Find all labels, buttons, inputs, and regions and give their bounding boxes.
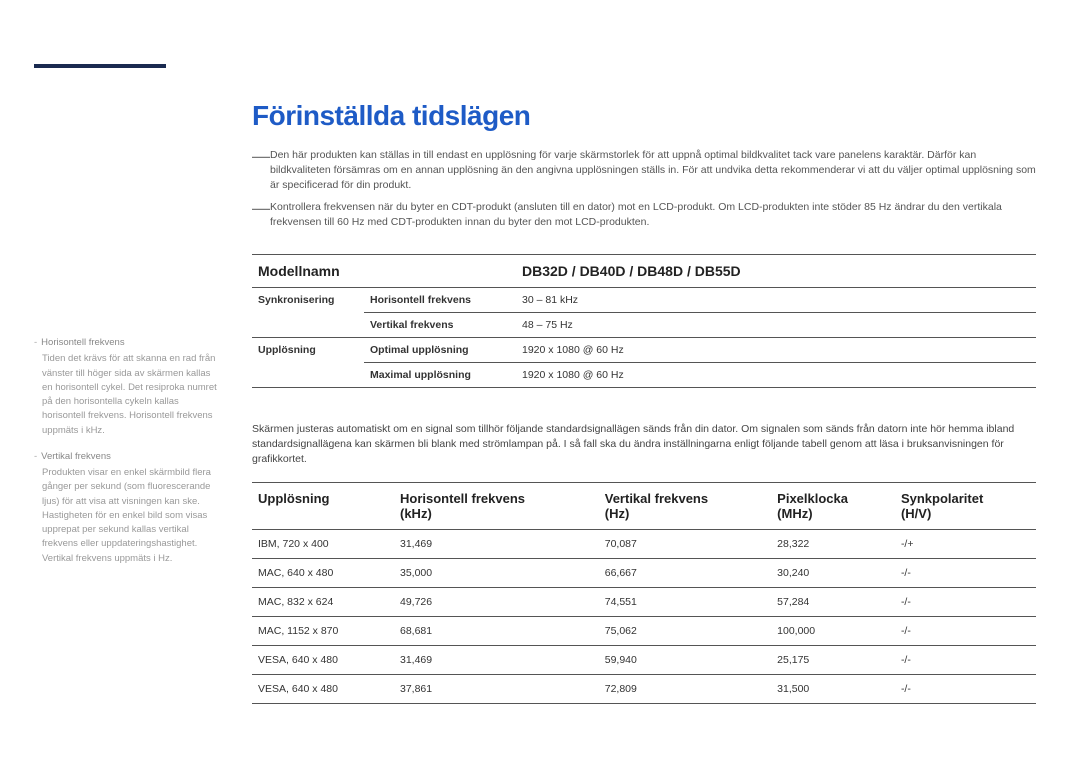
cell-vfreq: 74,551 bbox=[599, 588, 771, 617]
cell-resolution: IBM, 720 x 400 bbox=[252, 530, 394, 559]
note-item: ― Kontrollera frekvensen när du byter en… bbox=[252, 200, 1036, 230]
timing-table: Upplösning Horisontell frekvens(kHz) Ver… bbox=[252, 482, 1036, 704]
model-spec-table: Modellnamn DB32D / DB40D / DB48D / DB55D… bbox=[252, 254, 1036, 388]
sidebar-block: -Horisontell frekvens Tiden det krävs fö… bbox=[34, 336, 222, 438]
cell-resolution: VESA, 640 x 480 bbox=[252, 675, 394, 704]
col-label: Vertikal frekvens bbox=[605, 491, 708, 506]
note-text: Den här produkten kan ställas in till en… bbox=[270, 148, 1036, 194]
table-row: IBM, 720 x 400 31,469 70,087 28,322 -/+ bbox=[252, 530, 1036, 559]
spec-value: 1920 x 1080 @ 60 Hz bbox=[516, 338, 1036, 363]
spec-value: 48 – 75 Hz bbox=[516, 313, 1036, 338]
spec-label: Optimal upplösning bbox=[364, 338, 516, 363]
sidebar-body: Tiden det krävs för att skanna en rad fr… bbox=[34, 352, 222, 438]
cell-vfreq: 66,667 bbox=[599, 559, 771, 588]
col-syncpol: Synkpolaritet(H/V) bbox=[895, 483, 1036, 530]
model-name-value: DB32D / DB40D / DB48D / DB55D bbox=[516, 255, 1036, 288]
sync-group-label: Synkronisering bbox=[252, 288, 364, 313]
cell-hfreq: 37,861 bbox=[394, 675, 599, 704]
empty-cell bbox=[252, 363, 364, 388]
cell-clock: 57,284 bbox=[771, 588, 895, 617]
cell-pol: -/- bbox=[895, 617, 1036, 646]
cell-resolution: MAC, 640 x 480 bbox=[252, 559, 394, 588]
table-row: VESA, 640 x 480 37,861 72,809 31,500 -/- bbox=[252, 675, 1036, 704]
accent-bar bbox=[34, 64, 166, 68]
note-dash-icon: ― bbox=[252, 148, 270, 194]
sidebar-heading: -Horisontell frekvens bbox=[34, 336, 222, 350]
cell-clock: 25,175 bbox=[771, 646, 895, 675]
table-row: MAC, 832 x 624 49,726 74,551 57,284 -/- bbox=[252, 588, 1036, 617]
sidebar-heading: -Vertikal frekvens bbox=[34, 450, 222, 464]
cell-vfreq: 72,809 bbox=[599, 675, 771, 704]
col-hfreq: Horisontell frekvens(kHz) bbox=[394, 483, 599, 530]
resolution-group-label: Upplösning bbox=[252, 338, 364, 363]
col-label: Horisontell frekvens bbox=[400, 491, 525, 506]
spec-label: Horisontell frekvens bbox=[364, 288, 516, 313]
col-unit: (kHz) bbox=[400, 506, 593, 521]
auto-adjust-paragraph: Skärmen justeras automatiskt om en signa… bbox=[252, 422, 1036, 468]
cell-hfreq: 35,000 bbox=[394, 559, 599, 588]
cell-hfreq: 31,469 bbox=[394, 646, 599, 675]
cell-pol: -/- bbox=[895, 646, 1036, 675]
model-name-header: Modellnamn bbox=[252, 255, 516, 288]
note-text: Kontrollera frekvensen när du byter en C… bbox=[270, 200, 1036, 230]
table-row: MAC, 640 x 480 35,000 66,667 30,240 -/- bbox=[252, 559, 1036, 588]
sidebar-body: Produkten visar en enkel skärmbild flera… bbox=[34, 466, 222, 566]
cell-clock: 100,000 bbox=[771, 617, 895, 646]
cell-pol: -/- bbox=[895, 559, 1036, 588]
col-unit: (H/V) bbox=[901, 506, 1030, 521]
cell-hfreq: 49,726 bbox=[394, 588, 599, 617]
cell-clock: 31,500 bbox=[771, 675, 895, 704]
cell-pol: -/- bbox=[895, 588, 1036, 617]
cell-resolution: VESA, 640 x 480 bbox=[252, 646, 394, 675]
col-vfreq: Vertikal frekvens(Hz) bbox=[599, 483, 771, 530]
cell-vfreq: 75,062 bbox=[599, 617, 771, 646]
col-unit: (Hz) bbox=[605, 506, 765, 521]
col-resolution: Upplösning bbox=[252, 483, 394, 530]
cell-clock: 30,240 bbox=[771, 559, 895, 588]
cell-hfreq: 31,469 bbox=[394, 530, 599, 559]
cell-hfreq: 68,681 bbox=[394, 617, 599, 646]
empty-cell bbox=[252, 313, 364, 338]
col-unit: (MHz) bbox=[777, 506, 889, 521]
spec-label: Maximal upplösning bbox=[364, 363, 516, 388]
page-title: Förinställda tidslägen bbox=[252, 100, 530, 132]
cell-clock: 28,322 bbox=[771, 530, 895, 559]
cell-resolution: MAC, 1152 x 870 bbox=[252, 617, 394, 646]
note-dash-icon: ― bbox=[252, 200, 270, 230]
cell-pol: -/- bbox=[895, 675, 1036, 704]
cell-resolution: MAC, 832 x 624 bbox=[252, 588, 394, 617]
sidebar-notes: -Horisontell frekvens Tiden det krävs fö… bbox=[34, 336, 222, 578]
sidebar-block: -Vertikal frekvens Produkten visar en en… bbox=[34, 450, 222, 566]
note-item: ― Den här produkten kan ställas in till … bbox=[252, 148, 1036, 194]
col-pixelclock: Pixelklocka(MHz) bbox=[771, 483, 895, 530]
bullet-dash-icon: - bbox=[34, 451, 37, 462]
cell-pol: -/+ bbox=[895, 530, 1036, 559]
sidebar-heading-text: Horisontell frekvens bbox=[41, 337, 124, 348]
spec-value: 30 – 81 kHz bbox=[516, 288, 1036, 313]
cell-vfreq: 70,087 bbox=[599, 530, 771, 559]
note-list: ― Den här produkten kan ställas in till … bbox=[252, 148, 1036, 236]
spec-label: Vertikal frekvens bbox=[364, 313, 516, 338]
col-label: Pixelklocka bbox=[777, 491, 848, 506]
bullet-dash-icon: - bbox=[34, 337, 37, 348]
table-row: VESA, 640 x 480 31,469 59,940 25,175 -/- bbox=[252, 646, 1036, 675]
spec-value: 1920 x 1080 @ 60 Hz bbox=[516, 363, 1036, 388]
col-label: Synkpolaritet bbox=[901, 491, 983, 506]
sidebar-heading-text: Vertikal frekvens bbox=[41, 451, 111, 462]
table-row: MAC, 1152 x 870 68,681 75,062 100,000 -/… bbox=[252, 617, 1036, 646]
col-label: Upplösning bbox=[258, 491, 330, 506]
cell-vfreq: 59,940 bbox=[599, 646, 771, 675]
